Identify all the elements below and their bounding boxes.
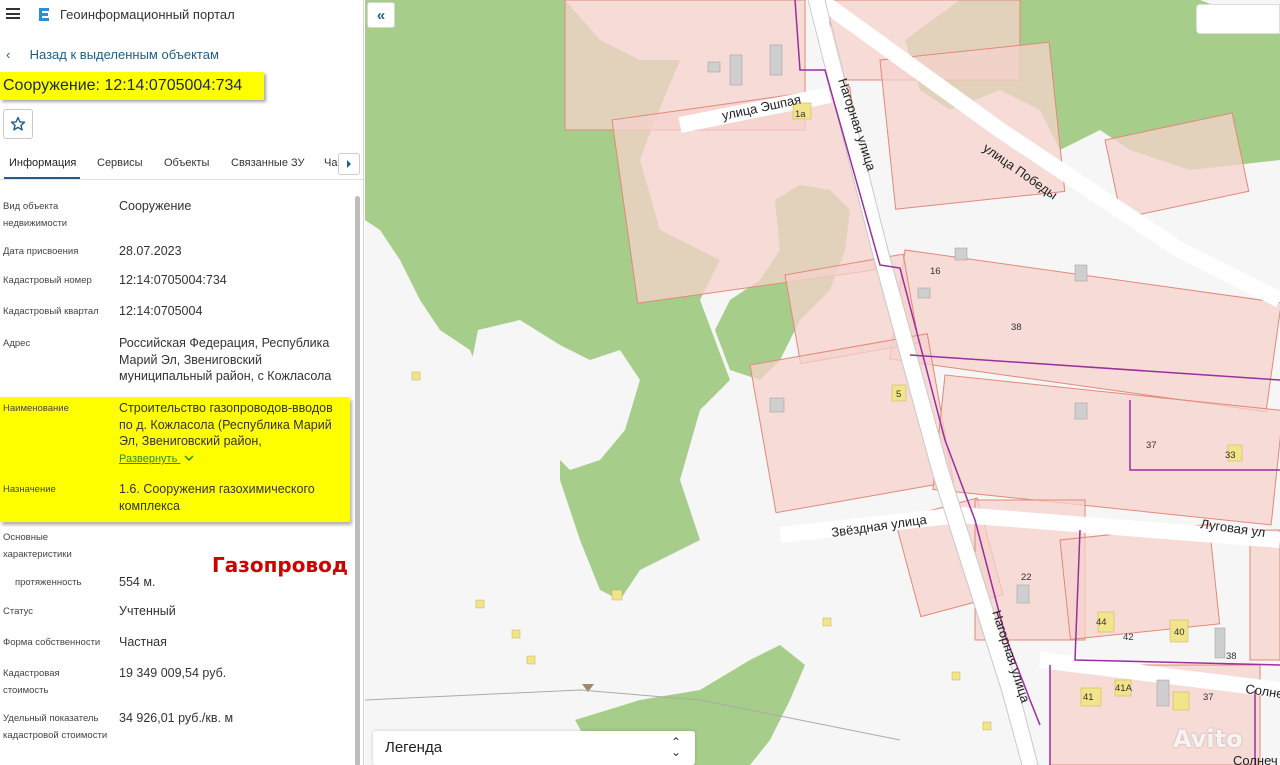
star-icon bbox=[10, 116, 26, 131]
plot-number: 38 bbox=[1226, 651, 1237, 662]
plot-number: 38 bbox=[1011, 322, 1022, 333]
plot-number: 37 bbox=[1146, 440, 1157, 451]
collapse-panel-button[interactable]: « bbox=[367, 2, 395, 28]
plot-number: 1а bbox=[795, 109, 806, 120]
field-label-quarter: Кадастровый квартал bbox=[3, 306, 99, 317]
field-label-status: Статус bbox=[3, 606, 34, 617]
field-value-status: Учтенный bbox=[119, 604, 176, 618]
active-tab-underline bbox=[4, 177, 80, 179]
double-chevron-left-icon: « bbox=[376, 6, 386, 24]
top-bar: Геоинформационный портал bbox=[0, 0, 363, 30]
field-value-cost: 19 349 009,54 руб. bbox=[119, 666, 227, 680]
expand-link[interactable]: Развернуть bbox=[119, 453, 194, 465]
portal-logo-icon bbox=[39, 8, 49, 21]
avito-watermark: Avito bbox=[1173, 725, 1243, 753]
info-panel: Геоинформационный портал ‹ Назад к выдел… bbox=[0, 0, 364, 765]
plot-number: 42 bbox=[1123, 632, 1134, 643]
field-label-length: протяженность bbox=[15, 577, 82, 588]
panel-scrollbar[interactable] bbox=[354, 190, 361, 765]
field-label-type: Вид объекта недвижимости bbox=[3, 201, 68, 229]
tab-objects[interactable]: Объекты bbox=[164, 157, 209, 169]
field-value-type: Сооружение bbox=[119, 199, 192, 213]
field-value-address: Российская Федерация, Республика Марий Э… bbox=[119, 336, 332, 383]
app-title: Геоинформационный портал bbox=[60, 7, 235, 22]
plot-number: 41 bbox=[1083, 692, 1094, 703]
field-value-purpose: 1.6. Сооружения газохимического комплекс… bbox=[119, 482, 315, 513]
chevron-right-icon bbox=[347, 160, 351, 168]
field-label-purpose: Назначение bbox=[3, 484, 56, 495]
tab-partial[interactable]: Ча bbox=[324, 157, 337, 169]
gas-pipeline-annotation: Газопровод bbox=[212, 553, 349, 577]
plot-number: 22 bbox=[1021, 572, 1032, 583]
field-label-name: Наименование bbox=[3, 403, 69, 414]
plot-number: 16 bbox=[930, 266, 941, 277]
plot-number: 5 bbox=[896, 389, 901, 400]
chevron-left-icon: ‹ bbox=[6, 47, 11, 62]
field-value-ownership: Частная bbox=[119, 635, 167, 649]
field-value-unit-cost: 34 926,01 руб./кв. м bbox=[119, 711, 234, 725]
street-label: Солнеч bbox=[1233, 753, 1278, 765]
field-label-unit-cost: Удельный показатель кадастровой стоимост… bbox=[3, 713, 108, 741]
scrollbar-thumb[interactable] bbox=[355, 196, 360, 765]
object-title: Сооружение: 12:14:0705004:734 bbox=[0, 72, 264, 100]
field-label-main-chars: Основные характеристики bbox=[3, 532, 72, 560]
map-canvas[interactable]: улица Эшпая Нагорная улица улица Победы … bbox=[365, 0, 1280, 765]
field-value-date: 28.07.2023 bbox=[119, 244, 182, 258]
plot-number: 40 bbox=[1174, 627, 1185, 638]
back-link-label: Назад к выделенным объектам bbox=[29, 47, 219, 62]
field-label-cost: Кадастровая стоимость bbox=[3, 668, 60, 696]
map-search-box[interactable] bbox=[1196, 4, 1280, 34]
back-link[interactable]: ‹ Назад к выделенным объектам bbox=[6, 47, 219, 62]
field-label-address: Адрес bbox=[3, 338, 31, 349]
plot-number: 44 bbox=[1096, 617, 1107, 628]
legend-label: Легенда bbox=[385, 739, 443, 756]
favorite-button[interactable] bbox=[3, 109, 33, 139]
menu-icon[interactable] bbox=[6, 8, 20, 19]
tab-info[interactable]: Информация bbox=[9, 157, 76, 169]
legend-dropdown[interactable]: Легенда ⌃ ⌄ bbox=[373, 731, 695, 765]
tabs-scroll-button[interactable] bbox=[338, 153, 360, 175]
field-label-date: Дата присвоения bbox=[3, 246, 79, 257]
map-view[interactable]: улица Эшпая Нагорная улица улица Победы … bbox=[365, 0, 1280, 765]
chevron-down-icon bbox=[184, 455, 194, 462]
field-value-name: Строительство газопроводов-вводов по д. … bbox=[119, 401, 333, 448]
expand-collapse-icon: ⌃ ⌄ bbox=[670, 735, 681, 759]
plot-number: 37 bbox=[1203, 692, 1214, 703]
field-value-quarter: 12:14:0705004 bbox=[119, 304, 203, 318]
field-label-cadnum: Кадастровый номер bbox=[3, 275, 92, 286]
field-label-ownership: Форма собственности bbox=[3, 637, 101, 648]
field-value-cadnum: 12:14:0705004:734 bbox=[119, 273, 227, 287]
tabs: Информация Сервисы Объекты Связанные ЗУ … bbox=[0, 150, 363, 180]
tab-services[interactable]: Сервисы bbox=[97, 157, 143, 169]
tab-related-plots[interactable]: Связанные ЗУ bbox=[231, 157, 305, 169]
plot-number: 41А bbox=[1115, 683, 1133, 694]
expand-link-label: Развернуть bbox=[119, 453, 178, 465]
plot-number: 33 bbox=[1225, 450, 1236, 461]
